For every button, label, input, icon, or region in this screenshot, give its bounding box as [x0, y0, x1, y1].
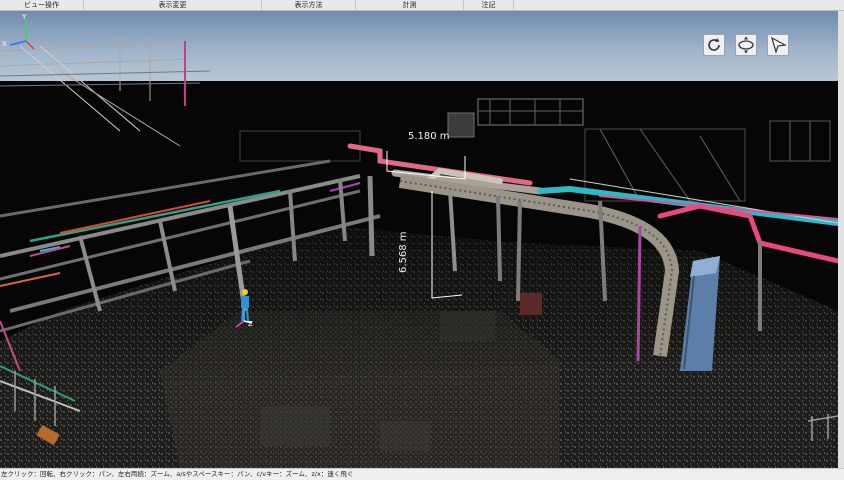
menu-display-method[interactable]: 表示方法: [262, 0, 356, 10]
point-cloud-viewport[interactable]: Y X Z 5.180 m 6.568 m: [0, 11, 838, 468]
red-box: [520, 293, 542, 315]
axis-label-y: Y: [21, 13, 27, 21]
status-bar: 左クリック：回転、右クリック：パン、左右両続：ズーム、a/sやスペースキー：パン…: [0, 468, 844, 480]
person-axis-label: Z: [248, 320, 253, 328]
menu-display-change[interactable]: 表示変更: [84, 0, 262, 10]
navigate-arrow-icon: [771, 36, 787, 54]
pan-button[interactable]: [735, 34, 757, 56]
point-cloud-scene: Y X Z: [0, 11, 838, 468]
rotate-button[interactable]: [703, 34, 725, 56]
measurement-horizontal: 5.180 m: [408, 131, 450, 142]
menu-measure[interactable]: 計測: [356, 0, 464, 10]
menu-view-operation[interactable]: ビュー操作: [0, 0, 84, 10]
menu-bar-filler: [514, 0, 844, 10]
navigate-button[interactable]: [767, 34, 789, 56]
measurement-vertical: 6.568 m: [398, 231, 409, 273]
axis-label-x: X: [2, 40, 7, 48]
viewport-scroll-edge: [838, 11, 844, 468]
pan-icon: [738, 36, 754, 54]
menu-annotation[interactable]: 注記: [464, 0, 514, 10]
rotate-icon: [708, 38, 720, 51]
menu-bar: ビュー操作 表示変更 表示方法 計測 注記: [0, 0, 844, 11]
